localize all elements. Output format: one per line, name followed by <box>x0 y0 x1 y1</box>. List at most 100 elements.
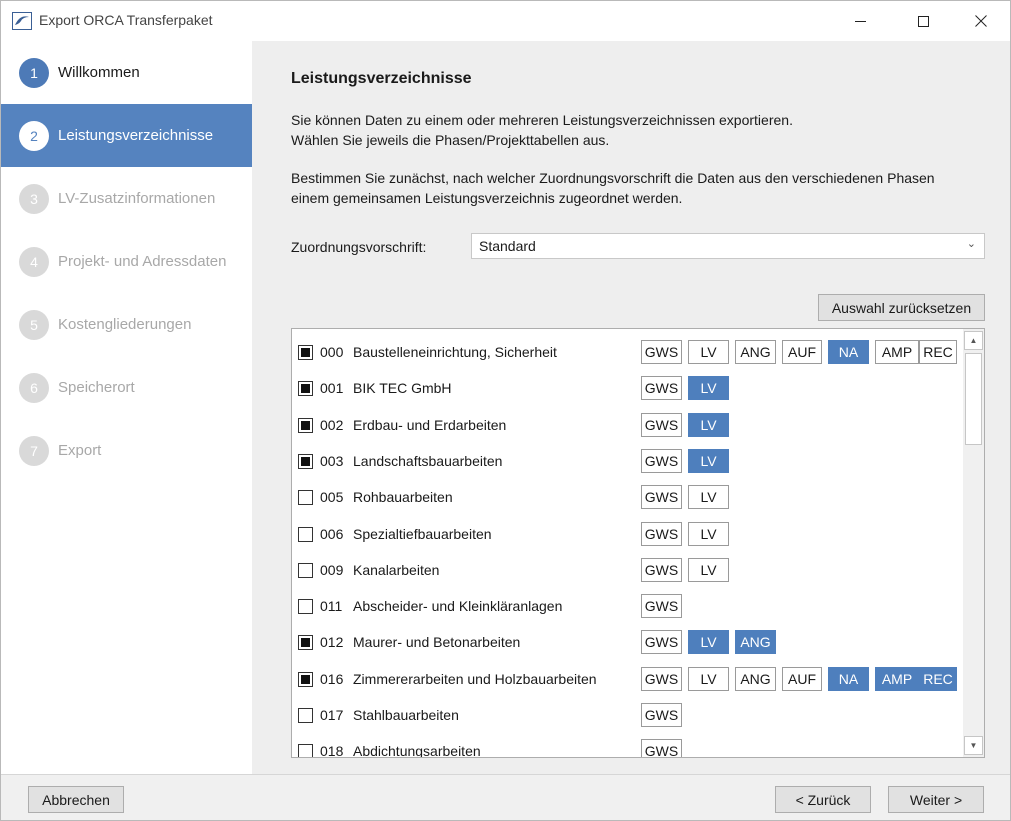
phase-toggle-auf[interactable]: AUF <box>782 340 822 364</box>
phase-toggle-na[interactable]: NA <box>828 340 869 364</box>
minimize-icon <box>854 20 866 22</box>
step-5[interactable]: 5 Kostengliederungen <box>1 293 252 356</box>
zuordnung-label: Zuordnungsvorschrift: <box>291 239 427 255</box>
phase-toggle-gws[interactable]: GWS <box>641 412 682 437</box>
phase-toggle-lv[interactable]: LV <box>688 376 729 401</box>
cancel-button[interactable]: Abbrechen <box>28 786 124 813</box>
phase-toggle-auf[interactable]: AUF <box>782 666 822 691</box>
lv-name: Baustelleneinrichtung, Sicherheit <box>353 344 557 360</box>
phase-toggle-ang[interactable]: ANG <box>735 630 776 655</box>
phase-toggle-gws[interactable]: GWS <box>641 739 682 757</box>
phase-toggle-lv[interactable]: LV <box>688 485 729 510</box>
step-label: Leistungsverzeichnisse <box>58 127 214 144</box>
phase-toggle-gws[interactable]: GWS <box>641 521 682 546</box>
lv-checkbox[interactable] <box>298 526 313 542</box>
step-number-badge: 5 <box>19 309 49 340</box>
step-label: Kostengliederungen <box>58 316 192 333</box>
phase-toggle-gws[interactable]: GWS <box>641 557 682 582</box>
phase-toggle-lv[interactable]: LV <box>688 340 729 364</box>
phase-toggle-amp[interactable]: AMP <box>875 666 919 691</box>
lv-checkbox[interactable] <box>298 708 313 723</box>
intro-line-2: Wählen Sie jeweils die Phasen/Projekttab… <box>291 132 610 148</box>
lv-checkbox[interactable] <box>298 744 313 757</box>
phase-toggle-gws[interactable]: GWS <box>641 485 682 510</box>
rule-line-2: einem gemeinsamen Leistungsverzeichnis z… <box>291 190 683 206</box>
lv-row: 012 Maurer- und Betonarbeiten GWS LV ANG <box>292 624 962 660</box>
scroll-down-icon: ▼ <box>969 741 978 750</box>
phase-toggle-gws[interactable]: GWS <box>641 630 682 655</box>
zuordnung-select[interactable]: Standard ⌄ <box>471 233 985 259</box>
step-7[interactable]: 7 Export <box>1 419 252 482</box>
phase-toggle-rec[interactable]: REC <box>919 340 957 364</box>
phase-toggle-gws[interactable]: GWS <box>641 666 682 691</box>
lv-code: 009 <box>320 561 344 578</box>
step-2[interactable]: 2 Leistungsverzeichnisse <box>1 104 252 167</box>
lv-checkbox[interactable] <box>298 599 313 615</box>
step-3[interactable]: 3 LV-Zusatzinformationen <box>1 167 252 230</box>
lv-checkbox[interactable] <box>298 562 313 578</box>
lv-row: 006 Spezialtiefbauarbeiten GWS LV <box>292 516 962 552</box>
phase-toggle-gws[interactable]: GWS <box>641 448 682 473</box>
step-6[interactable]: 6 Speicherort <box>1 356 252 419</box>
lv-name: Spezialtiefbauarbeiten <box>353 525 492 542</box>
next-button[interactable]: Weiter > <box>888 786 984 813</box>
lv-checkbox[interactable] <box>298 417 313 433</box>
vertical-scrollbar[interactable]: ▲ ▼ <box>963 329 984 757</box>
phase-toggle-rec[interactable]: REC <box>919 666 957 691</box>
lv-code: 000 <box>320 344 344 360</box>
phase-toggle-lv[interactable]: LV <box>688 448 729 473</box>
close-icon <box>975 15 987 27</box>
lv-row: 016 Zimmererarbeiten und Holzbauarbeiten G… <box>292 661 962 697</box>
scroll-down-button[interactable]: ▼ <box>964 736 983 755</box>
lv-checkbox[interactable] <box>298 635 313 651</box>
phase-buttons: GWS LV <box>641 557 735 582</box>
rule-line-1: Bestimmen Sie zunächst, nach welcher Zuo… <box>291 170 935 186</box>
window-title: Export ORCA Transferpaket <box>39 12 213 28</box>
lv-name: Abdichtungsarbeiten <box>353 743 481 758</box>
lv-row: 009 Kanalarbeiten GWS LV <box>292 552 962 588</box>
phase-toggle-gws[interactable]: GWS <box>641 594 682 619</box>
step-1[interactable]: 1 Willkommen <box>1 41 252 104</box>
lv-name: Zimmererarbeiten und Holzbauarbeiten <box>353 670 597 687</box>
phase-toggle-lv[interactable]: LV <box>688 557 729 582</box>
step-label: LV-Zusatzinformationen <box>58 190 216 207</box>
scrollbar-thumb[interactable] <box>965 353 982 445</box>
phase-buttons: GWS LV ANG <box>641 630 782 655</box>
phase-buttons: GWS LV ANG AUF NA AMP REC <box>641 666 963 691</box>
reset-selection-button[interactable]: Auswahl zurücksetzen <box>818 294 985 321</box>
lv-list: 000 Baustelleneinrichtung, Sicherheit GWS L… <box>291 328 985 758</box>
lv-checkbox[interactable] <box>298 671 313 687</box>
minimize-button[interactable] <box>831 1 889 41</box>
phase-toggle-gws[interactable]: GWS <box>641 376 682 401</box>
phase-toggle-lv[interactable]: LV <box>688 521 729 546</box>
back-button[interactable]: < Zurück <box>775 786 871 813</box>
phase-toggle-gws[interactable]: GWS <box>641 340 682 364</box>
phase-toggle-lv[interactable]: LV <box>688 412 729 437</box>
phase-toggle-ang[interactable]: ANG <box>735 340 776 364</box>
lv-row: 011 Abscheider- und Kleinkläranlagen GWS <box>292 588 962 624</box>
lv-code: 005 <box>320 489 344 506</box>
lv-name: Stahlbauarbeiten <box>353 707 459 723</box>
lv-checkbox[interactable] <box>298 381 313 397</box>
scroll-up-button[interactable]: ▲ <box>964 331 983 350</box>
lv-name: Erdbau- und Erdarbeiten <box>353 416 507 433</box>
phase-toggle-ang[interactable]: ANG <box>735 666 776 691</box>
phase-toggle-lv[interactable]: LV <box>688 630 729 655</box>
lv-checkbox[interactable] <box>298 345 313 360</box>
phase-toggle-amp[interactable]: AMP <box>875 340 919 364</box>
lv-checkbox[interactable] <box>298 453 313 469</box>
content-area: Leistungsverzeichnisse Sie können Daten … <box>252 41 1010 774</box>
maximize-button[interactable] <box>894 1 952 41</box>
lv-checkbox[interactable] <box>298 490 313 506</box>
step-4[interactable]: 4 Projekt- und Adressdaten <box>1 230 252 293</box>
lv-code: 003 <box>320 452 344 469</box>
close-button[interactable] <box>952 1 1010 41</box>
app-logo-icon <box>12 12 32 30</box>
phase-toggle-na[interactable]: NA <box>828 666 869 691</box>
lv-code: 012 <box>320 634 344 651</box>
page-title: Leistungsverzeichnisse <box>291 70 472 87</box>
lv-name: Abscheider- und Kleinkläranlagen <box>353 598 563 615</box>
title-bar: Export ORCA Transferpaket <box>1 1 1010 41</box>
phase-toggle-gws[interactable]: GWS <box>641 703 682 727</box>
phase-toggle-lv[interactable]: LV <box>688 666 729 691</box>
